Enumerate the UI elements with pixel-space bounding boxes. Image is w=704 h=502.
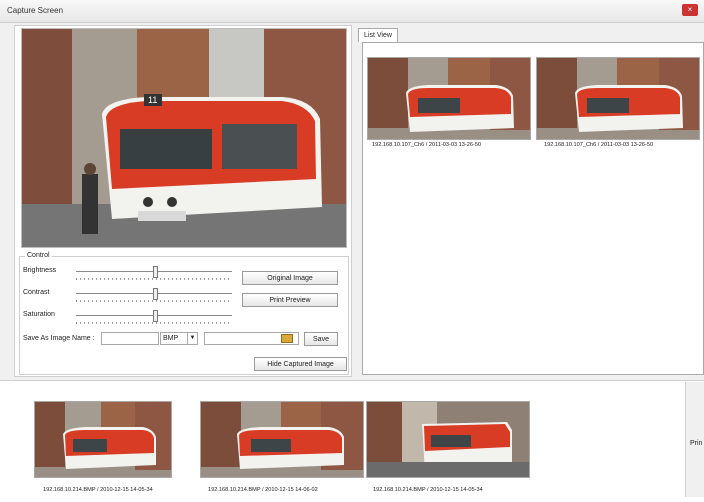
control-group: Control Brightness Contrast Saturation O… — [19, 252, 349, 375]
hide-captured-image-button[interactable]: Hide Captured Image — [254, 357, 347, 371]
capture-panel: 11 Control Brightness Contrast Saturatio… — [14, 25, 352, 377]
contrast-label: Contrast — [23, 289, 50, 296]
captured-image: 11 — [21, 28, 347, 248]
list-item-caption: 192.168.10.107_Ch6 / 2011-03-03 13-26-50 — [372, 142, 482, 148]
right-side-panel: Prin — [685, 382, 704, 497]
window-title: Capture Screen — [7, 6, 64, 15]
bottom-thumbnail-strip: 192.168.10.214.BMP / 2010-12-15 14-05-34… — [0, 380, 704, 502]
format-value: BMP — [163, 335, 179, 342]
tab-list-view[interactable]: List View — [358, 28, 398, 42]
thumbnail-caption: 192.168.10.214.BMP / 2010-12-15 14-05-34 — [373, 487, 483, 493]
saturation-label: Saturation — [23, 311, 55, 318]
thumbnail-caption: 192.168.10.214.BMP / 2010-12-15 14-06-02 — [208, 487, 318, 493]
list-item[interactable] — [367, 57, 531, 140]
close-icon[interactable]: × — [682, 4, 698, 16]
list-item-caption: 192.168.10.107_Ch6 / 2011-03-03 13-26-50 — [544, 142, 654, 148]
list-item[interactable] — [536, 57, 700, 140]
folder-icon[interactable] — [281, 334, 293, 343]
chevron-down-icon: ▼ — [187, 333, 197, 344]
list-item[interactable] — [366, 401, 530, 478]
brightness-label: Brightness — [23, 267, 57, 274]
save-button[interactable]: Save — [304, 332, 338, 346]
window-titlebar: Capture Screen × — [0, 0, 704, 23]
contrast-slider[interactable] — [76, 287, 232, 303]
print-preview-button[interactable]: Print Preview — [242, 293, 338, 307]
original-image-button[interactable]: Original Image — [242, 271, 338, 285]
saturation-slider[interactable] — [76, 309, 232, 325]
print-label-cutoff: Prin — [690, 440, 703, 447]
brightness-slider[interactable] — [76, 265, 232, 281]
list-item[interactable] — [34, 401, 172, 478]
format-select[interactable]: BMP ▼ — [160, 332, 198, 345]
control-legend: Control — [25, 252, 52, 259]
save-as-label: Save As Image Name : — [23, 335, 95, 342]
svg-text:11: 11 — [148, 95, 157, 105]
image-name-field[interactable] — [101, 332, 159, 345]
thumbnail-caption: 192.168.10.214.BMP / 2010-12-15 14-05-34 — [43, 487, 153, 493]
list-view-panel: 192.168.10.107_Ch6 / 2011-03-03 13-26-50… — [362, 42, 704, 375]
list-item[interactable] — [200, 401, 364, 478]
